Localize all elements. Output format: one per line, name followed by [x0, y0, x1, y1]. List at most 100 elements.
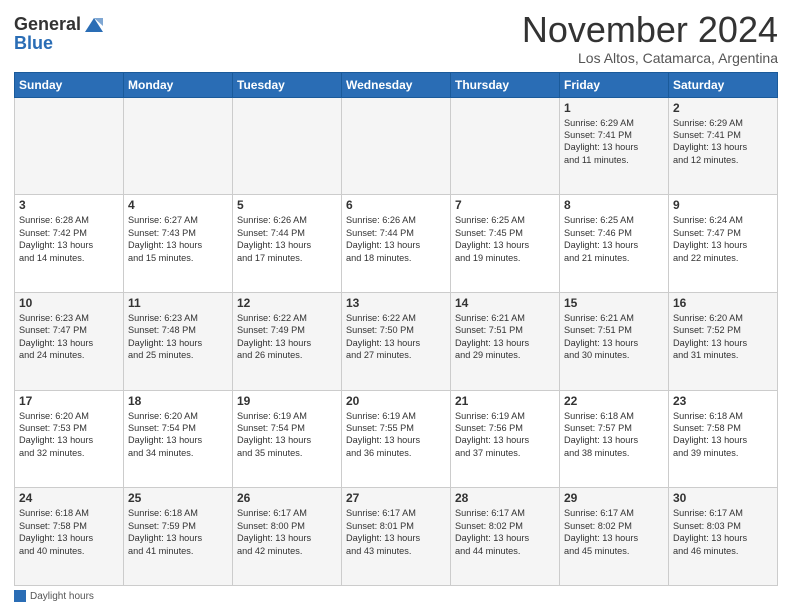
logo-general-text: General — [14, 15, 81, 35]
calendar-cell — [451, 97, 560, 195]
day-info: Sunrise: 6:23 AM Sunset: 7:47 PM Dayligh… — [19, 312, 119, 362]
day-number: 8 — [564, 198, 664, 212]
day-number: 3 — [19, 198, 119, 212]
calendar-cell — [342, 97, 451, 195]
calendar-cell: 5Sunrise: 6:26 AM Sunset: 7:44 PM Daylig… — [233, 195, 342, 293]
day-info: Sunrise: 6:29 AM Sunset: 7:41 PM Dayligh… — [673, 117, 773, 167]
calendar-cell: 11 Sunrise: 6:23 AM Sunset: 7:48 PM Dayli… — [124, 292, 233, 390]
day-number: 17 — [19, 394, 119, 408]
day-number: 1 — [564, 101, 664, 115]
calendar-cell: 20 Sunrise: 6:19 AM Sunset: 7:55 PM Dayli… — [342, 390, 451, 488]
day-info: Sunrise: 6:29 AM Sunset: 7:41 PM Dayligh… — [564, 117, 664, 167]
calendar-header-row: SundayMondayTuesdayWednesdayThursdayFrid… — [15, 72, 778, 97]
day-number: 4 — [128, 198, 228, 212]
day-number: 21 — [455, 394, 555, 408]
day-info: Sunrise: 6:18 AM Sunset: 7:58 PM Dayligh… — [673, 410, 773, 460]
day-info: Sunrise: 6:17 AM Sunset: 8:02 PM Dayligh… — [455, 507, 555, 557]
calendar-cell: 13 Sunrise: 6:22 AM Sunset: 7:50 PM Dayli… — [342, 292, 451, 390]
calendar-cell: 18Sunrise: 6:20 AM Sunset: 7:54 PM Dayli… — [124, 390, 233, 488]
calendar-header-sunday: Sunday — [15, 72, 124, 97]
title-block: November 2024 Los Altos, Catamarca, Arge… — [522, 10, 778, 66]
legend: Daylight hours — [14, 590, 778, 602]
day-number: 23 — [673, 394, 773, 408]
day-number: 12 — [237, 296, 337, 310]
day-number: 30 — [673, 491, 773, 505]
day-info: Sunrise: 6:19 AM Sunset: 7:54 PM Dayligh… — [237, 410, 337, 460]
calendar-week-4: 17 Sunrise: 6:20 AM Sunset: 7:53 PM Dayli… — [15, 390, 778, 488]
calendar-cell: 2 Sunrise: 6:29 AM Sunset: 7:41 PM Daylig… — [669, 97, 778, 195]
day-info: Sunrise: 6:21 AM Sunset: 7:51 PM Dayligh… — [455, 312, 555, 362]
calendar: SundayMondayTuesdayWednesdayThursdayFrid… — [14, 72, 778, 586]
day-number: 20 — [346, 394, 446, 408]
logo-icon — [83, 14, 105, 36]
calendar-cell: 19 Sunrise: 6:19 AM Sunset: 7:54 PM Dayli… — [233, 390, 342, 488]
page: General Blue November 2024 Los Altos, Ca… — [0, 0, 792, 612]
calendar-cell: 15 Sunrise: 6:21 AM Sunset: 7:51 PM Dayli… — [560, 292, 669, 390]
day-info: Sunrise: 6:20 AM Sunset: 7:54 PM Dayligh… — [128, 410, 228, 460]
month-title: November 2024 — [522, 10, 778, 50]
calendar-cell: 21 Sunrise: 6:19 AM Sunset: 7:56 PM Dayli… — [451, 390, 560, 488]
calendar-cell: 23 Sunrise: 6:18 AM Sunset: 7:58 PM Dayli… — [669, 390, 778, 488]
day-number: 10 — [19, 296, 119, 310]
day-number: 19 — [237, 394, 337, 408]
calendar-header-tuesday: Tuesday — [233, 72, 342, 97]
day-info: Sunrise: 6:18 AM Sunset: 7:58 PM Dayligh… — [19, 507, 119, 557]
day-number: 26 — [237, 491, 337, 505]
logo-blue-text: Blue — [14, 34, 105, 54]
calendar-cell — [15, 97, 124, 195]
day-number: 28 — [455, 491, 555, 505]
day-info: Sunrise: 6:26 AM Sunset: 7:44 PM Dayligh… — [237, 214, 337, 264]
calendar-cell: 12 Sunrise: 6:22 AM Sunset: 7:49 PM Dayli… — [233, 292, 342, 390]
calendar-header-wednesday: Wednesday — [342, 72, 451, 97]
day-info: Sunrise: 6:22 AM Sunset: 7:50 PM Dayligh… — [346, 312, 446, 362]
calendar-cell: 29 Sunrise: 6:17 AM Sunset: 8:02 PM Dayli… — [560, 488, 669, 586]
calendar-cell: 30 Sunrise: 6:17 AM Sunset: 8:03 PM Dayli… — [669, 488, 778, 586]
day-number: 7 — [455, 198, 555, 212]
calendar-week-2: 3 Sunrise: 6:28 AM Sunset: 7:42 PM Daylig… — [15, 195, 778, 293]
calendar-cell: 4 Sunrise: 6:27 AM Sunset: 7:43 PM Daylig… — [124, 195, 233, 293]
day-number: 15 — [564, 296, 664, 310]
day-info: Sunrise: 6:25 AM Sunset: 7:46 PM Dayligh… — [564, 214, 664, 264]
calendar-header-friday: Friday — [560, 72, 669, 97]
day-info: Sunrise: 6:22 AM Sunset: 7:49 PM Dayligh… — [237, 312, 337, 362]
calendar-cell: 9Sunrise: 6:24 AM Sunset: 7:47 PM Daylig… — [669, 195, 778, 293]
day-info: Sunrise: 6:23 AM Sunset: 7:48 PM Dayligh… — [128, 312, 228, 362]
day-info: Sunrise: 6:17 AM Sunset: 8:02 PM Dayligh… — [564, 507, 664, 557]
calendar-header-thursday: Thursday — [451, 72, 560, 97]
day-number: 27 — [346, 491, 446, 505]
day-info: Sunrise: 6:21 AM Sunset: 7:51 PM Dayligh… — [564, 312, 664, 362]
day-number: 9 — [673, 198, 773, 212]
logo: General Blue — [14, 14, 105, 54]
day-info: Sunrise: 6:18 AM Sunset: 7:57 PM Dayligh… — [564, 410, 664, 460]
location: Los Altos, Catamarca, Argentina — [522, 50, 778, 66]
calendar-cell: 17 Sunrise: 6:20 AM Sunset: 7:53 PM Dayli… — [15, 390, 124, 488]
day-number: 29 — [564, 491, 664, 505]
calendar-cell: 25Sunrise: 6:18 AM Sunset: 7:59 PM Dayli… — [124, 488, 233, 586]
calendar-cell: 8 Sunrise: 6:25 AM Sunset: 7:46 PM Daylig… — [560, 195, 669, 293]
day-info: Sunrise: 6:19 AM Sunset: 7:56 PM Dayligh… — [455, 410, 555, 460]
calendar-cell: 22Sunrise: 6:18 AM Sunset: 7:57 PM Dayli… — [560, 390, 669, 488]
legend-color-box — [14, 590, 26, 602]
day-info: Sunrise: 6:26 AM Sunset: 7:44 PM Dayligh… — [346, 214, 446, 264]
day-number: 2 — [673, 101, 773, 115]
day-number: 13 — [346, 296, 446, 310]
day-info: Sunrise: 6:27 AM Sunset: 7:43 PM Dayligh… — [128, 214, 228, 264]
day-info: Sunrise: 6:28 AM Sunset: 7:42 PM Dayligh… — [19, 214, 119, 264]
calendar-cell — [233, 97, 342, 195]
header: General Blue November 2024 Los Altos, Ca… — [14, 10, 778, 66]
day-info: Sunrise: 6:18 AM Sunset: 7:59 PM Dayligh… — [128, 507, 228, 557]
day-info: Sunrise: 6:19 AM Sunset: 7:55 PM Dayligh… — [346, 410, 446, 460]
calendar-week-3: 10 Sunrise: 6:23 AM Sunset: 7:47 PM Dayli… — [15, 292, 778, 390]
calendar-cell: 14Sunrise: 6:21 AM Sunset: 7:51 PM Dayli… — [451, 292, 560, 390]
day-number: 24 — [19, 491, 119, 505]
calendar-cell: 7 Sunrise: 6:25 AM Sunset: 7:45 PM Daylig… — [451, 195, 560, 293]
calendar-cell: 27Sunrise: 6:17 AM Sunset: 8:01 PM Dayli… — [342, 488, 451, 586]
day-info: Sunrise: 6:25 AM Sunset: 7:45 PM Dayligh… — [455, 214, 555, 264]
calendar-cell: 24 Sunrise: 6:18 AM Sunset: 7:58 PM Dayli… — [15, 488, 124, 586]
day-info: Sunrise: 6:20 AM Sunset: 7:53 PM Dayligh… — [19, 410, 119, 460]
calendar-cell: 16Sunrise: 6:20 AM Sunset: 7:52 PM Dayli… — [669, 292, 778, 390]
day-info: Sunrise: 6:17 AM Sunset: 8:03 PM Dayligh… — [673, 507, 773, 557]
calendar-header-monday: Monday — [124, 72, 233, 97]
calendar-week-1: 1 Sunrise: 6:29 AM Sunset: 7:41 PM Daylig… — [15, 97, 778, 195]
day-number: 11 — [128, 296, 228, 310]
